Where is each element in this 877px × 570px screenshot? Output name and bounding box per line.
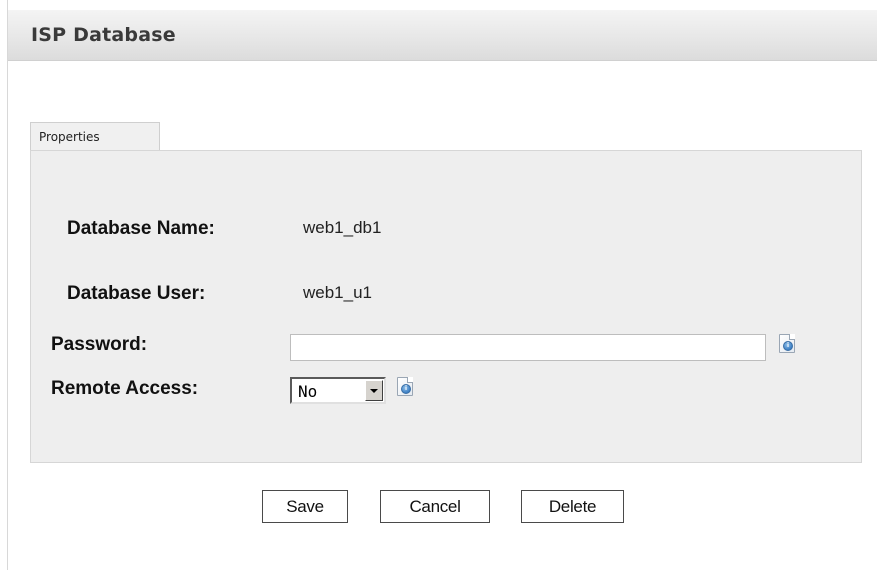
tab-properties-label: Properties <box>39 130 100 144</box>
properties-panel <box>30 150 862 463</box>
isp-database-page: ISP Database Properties Database Name: w… <box>0 0 877 570</box>
database-user-value: web1_u1 <box>303 283 373 302</box>
remote-access-label: Remote Access: <box>51 378 199 399</box>
password-label: Password: <box>51 334 148 355</box>
left-border <box>7 0 8 570</box>
remote-access-select[interactable]: No <box>290 377 386 404</box>
database-name-value: web1_db1 <box>303 218 382 237</box>
page-title: ISP Database <box>31 24 176 46</box>
password-input[interactable] <box>290 334 766 361</box>
cancel-button[interactable]: Cancel <box>380 490 490 523</box>
chevron-down-icon[interactable] <box>365 380 383 401</box>
delete-button[interactable]: Delete <box>521 490 624 523</box>
remote-access-selected-value: No <box>298 382 318 401</box>
password-info-icon[interactable]: i <box>779 334 795 353</box>
tab-properties[interactable]: Properties <box>30 122 160 151</box>
database-user-label: Database User: <box>67 283 206 304</box>
remote-access-info-icon[interactable]: i <box>397 377 413 396</box>
database-name-label: Database Name: <box>67 218 215 239</box>
save-button[interactable]: Save <box>262 490 348 523</box>
header-bar: ISP Database <box>8 10 877 61</box>
